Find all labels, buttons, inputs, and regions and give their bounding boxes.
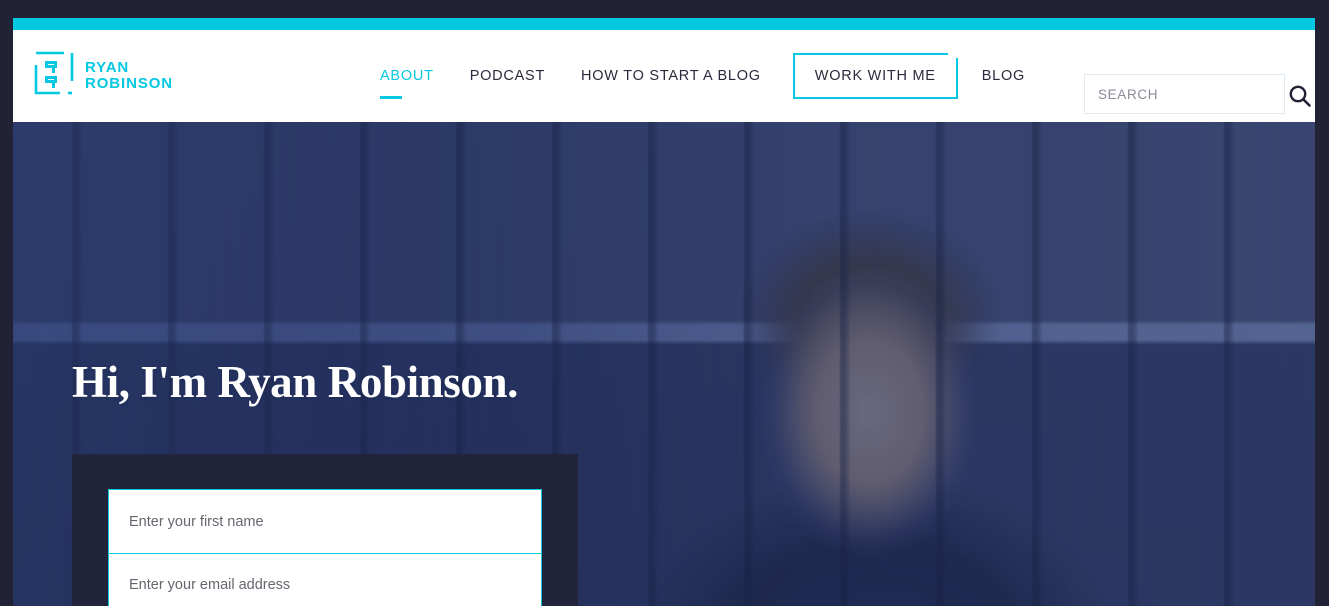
nav-item-podcast[interactable]: PODCAST	[452, 68, 563, 84]
site-header: RYAN ROBINSON ABOUT PODCAST HOW TO START…	[13, 30, 1315, 122]
hero-section: Hi, I'm Ryan Robinson. JOIN NOW	[13, 122, 1315, 606]
nav-item-work-with-me[interactable]: WORK WITH ME	[792, 53, 958, 99]
first-name-input[interactable]	[109, 490, 541, 553]
logo-line-2: ROBINSON	[85, 74, 174, 92]
search-icon[interactable]	[1287, 83, 1313, 109]
main-navigation: ABOUT PODCAST HOW TO START A BLOG WORK W…	[362, 30, 1043, 122]
accent-top-bar	[13, 18, 1315, 30]
optin-field-group	[108, 489, 542, 606]
nav-item-how-to-start-a-blog[interactable]: HOW TO START A BLOG	[563, 68, 779, 84]
logo-wordmark: RYAN ROBINSON	[85, 58, 174, 92]
search-box	[1084, 74, 1311, 114]
nav-item-about[interactable]: ABOUT	[362, 68, 452, 99]
page-top-edge	[0, 0, 1329, 18]
logo-line-1: RYAN	[85, 58, 130, 76]
email-input[interactable]	[109, 553, 541, 606]
page-container: RYAN ROBINSON ABOUT PODCAST HOW TO START…	[13, 0, 1315, 606]
email-optin-panel: JOIN NOW	[72, 454, 578, 606]
search-input[interactable]	[1085, 75, 1284, 113]
site-logo[interactable]: RYAN ROBINSON	[34, 51, 173, 100]
nav-item-blog[interactable]: BLOG	[964, 68, 1043, 84]
hero-title: Hi, I'm Ryan Robinson.	[72, 357, 518, 407]
ryan-robinson-logomark-icon	[34, 51, 74, 100]
